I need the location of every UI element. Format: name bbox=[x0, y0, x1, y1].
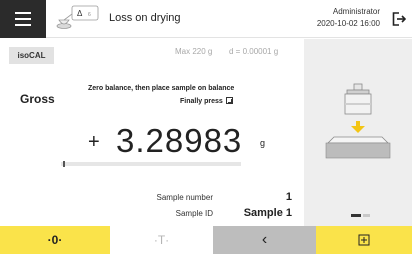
sample-id-label: Sample ID bbox=[175, 209, 213, 218]
hamburger-icon-line bbox=[15, 12, 31, 14]
weight-on-pan-illustration bbox=[325, 83, 391, 159]
app-window: Δ 6 Loss on drying Administrator 2020-10… bbox=[0, 0, 412, 254]
bottom-toolbar: ·0· ·T· ‹ bbox=[0, 226, 412, 254]
hamburger-icon-line bbox=[15, 24, 31, 26]
sample-number-value: 1 bbox=[285, 191, 292, 203]
app-title: Loss on drying bbox=[109, 12, 181, 24]
back-button[interactable]: ‹ bbox=[213, 226, 316, 254]
page-indicator-inactive[interactable] bbox=[363, 214, 370, 217]
hamburger-icon-line bbox=[15, 18, 31, 20]
instruction-text-line2: Finally press bbox=[180, 97, 233, 105]
svg-text:6: 6 bbox=[88, 12, 91, 18]
weight-unit: g bbox=[260, 138, 266, 148]
weighing-range-marker bbox=[63, 161, 65, 167]
date-time: 2020-10-02 16:00 bbox=[316, 19, 380, 28]
page-indicator bbox=[351, 214, 370, 217]
app-icon-delta: Δ bbox=[77, 9, 83, 18]
gross-net-label: Gross bbox=[20, 92, 55, 106]
print-button[interactable] bbox=[316, 226, 412, 254]
instruction-text: Finally press bbox=[180, 98, 223, 105]
weight-sign: + bbox=[88, 131, 100, 153]
print-key-icon bbox=[358, 234, 370, 246]
weighing-panel: isoCAL Max 220 g d = 0.00001 g Gross Zer… bbox=[0, 39, 304, 226]
readability: d = 0.00001 g bbox=[229, 47, 279, 56]
logout-button[interactable] bbox=[386, 0, 412, 38]
illustration-panel bbox=[304, 39, 412, 226]
header-bar: Δ 6 Loss on drying Administrator 2020-10… bbox=[0, 0, 412, 38]
weighing-range-bar bbox=[61, 161, 241, 167]
tare-button[interactable]: ·T· bbox=[110, 226, 213, 254]
zero-button[interactable]: ·0· bbox=[0, 226, 110, 254]
max-capacity: Max 220 g bbox=[175, 47, 213, 56]
logout-icon bbox=[392, 12, 406, 26]
sample-id-value: Sample 1 bbox=[243, 207, 292, 219]
sample-number-label: Sample number bbox=[156, 193, 213, 202]
user-name: Administrator bbox=[332, 7, 380, 16]
page-indicator-active[interactable] bbox=[351, 214, 361, 217]
isocal-button[interactable]: isoCAL bbox=[9, 47, 54, 64]
print-key-icon bbox=[225, 97, 233, 104]
menu-button[interactable] bbox=[0, 0, 46, 38]
balance-delta-icon: Δ 6 bbox=[56, 5, 99, 29]
weight-value: 3.28983 bbox=[116, 122, 243, 159]
instruction-text-line1: Zero balance, then place sample on balan… bbox=[88, 85, 235, 92]
